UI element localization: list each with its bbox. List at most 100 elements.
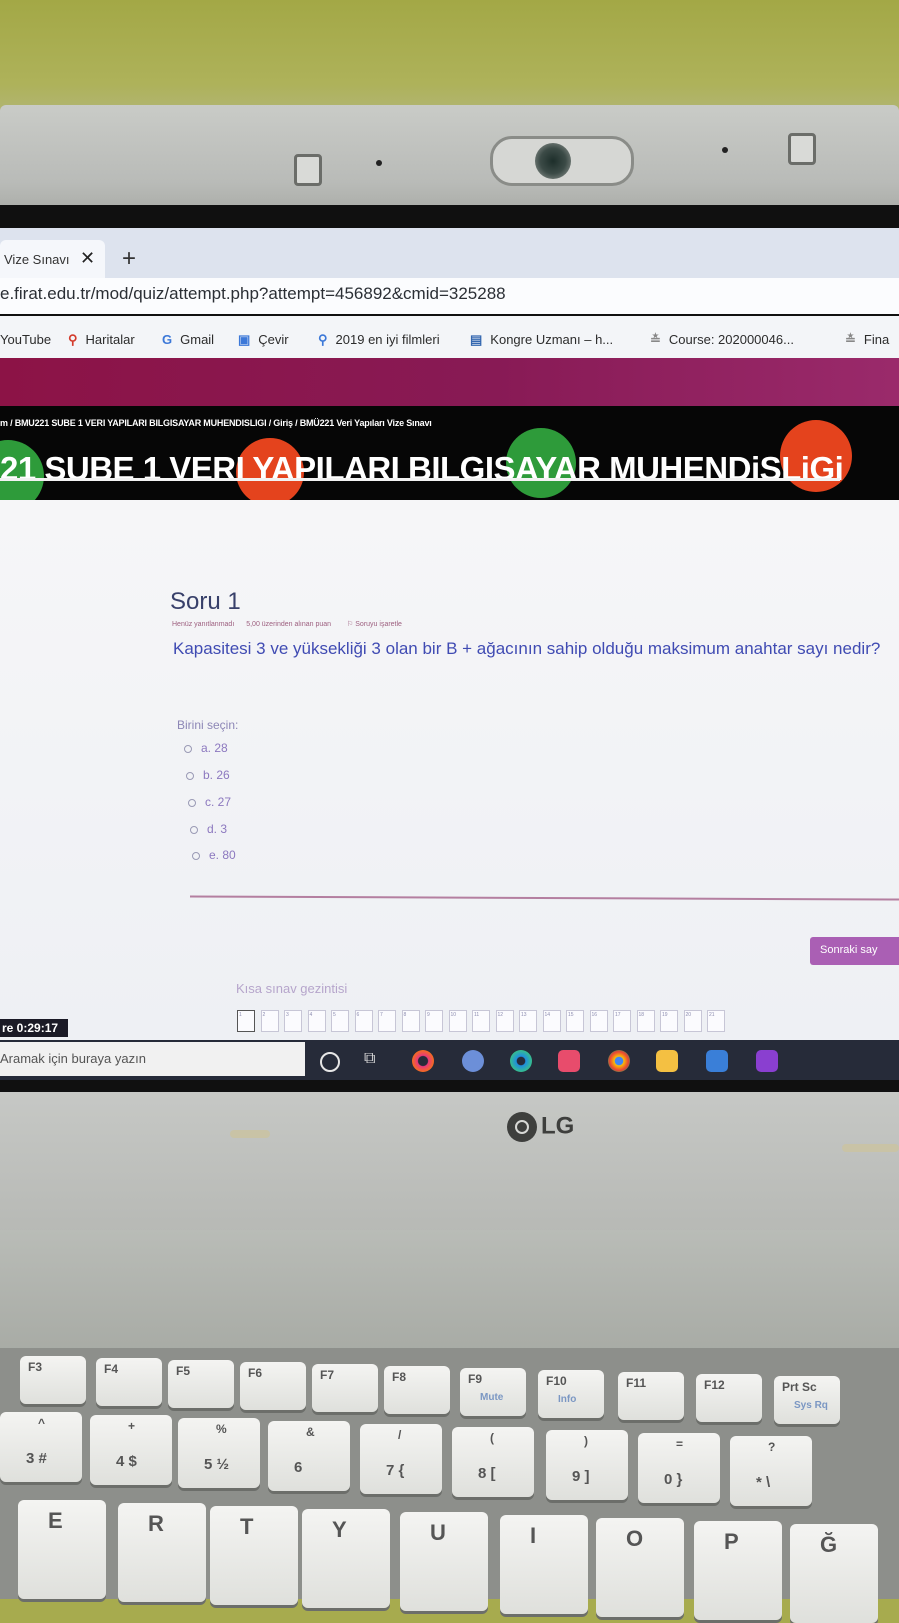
radio-icon[interactable] xyxy=(188,798,196,807)
bookmarks-bar: YouTube ⚲ Haritalar G Gmail ▣ Çevir ⚲ 2019 e… xyxy=(0,316,899,360)
quiz-nav-button[interactable]: 9 xyxy=(425,1010,443,1032)
quiz-timer: re 0:29:17 xyxy=(0,1019,68,1037)
folder-icon[interactable] xyxy=(656,1050,678,1072)
key-label: ^ xyxy=(38,1416,46,1430)
function-key[interactable]: F3 xyxy=(20,1356,86,1404)
number-key[interactable]: +4 $ xyxy=(90,1415,172,1485)
bookmark-haritalar[interactable]: ⚲ Haritalar xyxy=(68,332,135,348)
radio-icon[interactable] xyxy=(190,825,198,834)
taskbar-search-input[interactable]: Aramak için buraya yazın xyxy=(0,1042,305,1076)
function-key[interactable]: F11 xyxy=(618,1372,684,1420)
radio-icon[interactable] xyxy=(186,771,194,780)
key-label: P xyxy=(724,1529,739,1554)
opera-icon[interactable] xyxy=(412,1050,434,1072)
letter-key[interactable]: U xyxy=(400,1512,488,1611)
close-icon[interactable]: ✕ xyxy=(80,248,95,269)
quiz-nav-button[interactable]: 3 xyxy=(284,1010,302,1032)
alarm-icon[interactable] xyxy=(558,1050,580,1072)
letter-key[interactable]: E xyxy=(18,1500,106,1599)
number-key[interactable]: ? * \ xyxy=(730,1436,812,1506)
answer-option-b[interactable]: b. 26 xyxy=(186,768,230,782)
browser-tab[interactable]: Vize Sınavı ✕ xyxy=(0,240,105,278)
quiz-nav-button[interactable]: 1 xyxy=(237,1010,255,1032)
number-key[interactable]: ^ 3 # xyxy=(0,1412,82,1482)
function-key[interactable]: F6 xyxy=(240,1362,306,1410)
key-label: = xyxy=(676,1437,684,1451)
bookmark-fina[interactable]: ≛ Fina xyxy=(845,332,889,348)
quiz-nav-button[interactable]: 2 xyxy=(260,1010,279,1032)
letter-key[interactable]: T xyxy=(210,1506,298,1605)
quiz-nav-button[interactable]: 10 xyxy=(448,1010,467,1032)
app-icon[interactable] xyxy=(462,1050,484,1072)
number-key[interactable]: & 6 xyxy=(268,1421,350,1491)
quiz-nav-button[interactable]: 11 xyxy=(472,1010,490,1032)
laptop-bezel-top xyxy=(0,105,899,215)
quiz-nav-button[interactable]: 19 xyxy=(660,1010,678,1032)
function-key[interactable]: F8 xyxy=(384,1366,450,1414)
question-points: 5,00 üzerinden alınan puan xyxy=(246,621,332,628)
question-number: Soru 1 xyxy=(170,588,241,615)
key-label: F10 xyxy=(546,1374,567,1388)
flag-question-link[interactable]: ⚐ Soruyu işaretle xyxy=(347,621,402,628)
task-view-icon[interactable]: ⧉ xyxy=(364,1050,386,1072)
radio-icon[interactable] xyxy=(192,851,200,860)
new-tab-button[interactable]: + xyxy=(122,245,136,273)
url-text[interactable]: e.firat.edu.tr/mod/quiz/attempt.php?atte… xyxy=(0,284,506,304)
letter-key[interactable]: R xyxy=(118,1503,206,1602)
bookmark-course[interactable]: ≛ Course: 202000046... xyxy=(650,332,794,348)
number-key[interactable]: / 7 { xyxy=(360,1424,442,1494)
cortana-icon[interactable] xyxy=(320,1052,340,1072)
quiz-content xyxy=(0,500,899,1045)
quiz-nav-button[interactable]: 21 xyxy=(707,1010,725,1032)
key-label: F6 xyxy=(248,1366,263,1380)
quiz-nav-button[interactable]: 13 xyxy=(519,1010,537,1032)
answer-option-e[interactable]: e. 80 xyxy=(192,848,236,862)
bookmark-kongre[interactable]: ▤ Kongre Uzmanı – h... xyxy=(470,332,613,348)
quiz-nav-button[interactable]: 7 xyxy=(378,1010,396,1032)
quiz-nav-button[interactable]: 4 xyxy=(307,1010,326,1032)
number-key[interactable]: % 5 ½ xyxy=(178,1418,260,1488)
quiz-nav-button[interactable]: 6 xyxy=(354,1010,373,1032)
letter-key[interactable]: O xyxy=(596,1518,684,1617)
bookmark-cevir[interactable]: ▣ Çevir xyxy=(238,332,289,348)
letter-key[interactable]: P xyxy=(694,1521,782,1620)
answer-option-c[interactable]: c. 27 xyxy=(188,795,231,809)
bookmark-youtube[interactable]: YouTube xyxy=(0,332,51,347)
breadcrumb[interactable]: m / BMU221 SUBE 1 VERI YAPILARI BILGISAY… xyxy=(0,418,432,428)
function-key[interactable]: F4 xyxy=(96,1358,162,1406)
next-page-button[interactable]: Sonraki say xyxy=(810,937,899,965)
app-icon[interactable] xyxy=(756,1050,778,1072)
lg-logo-icon xyxy=(507,1112,537,1142)
radio-icon[interactable] xyxy=(184,744,192,753)
quiz-nav-button[interactable]: 15 xyxy=(566,1010,584,1032)
answer-option-d[interactable]: d. 3 xyxy=(190,822,227,836)
quiz-nav-button[interactable]: 17 xyxy=(613,1010,631,1032)
letter-key[interactable]: Ğ xyxy=(790,1524,878,1623)
quiz-nav-button[interactable]: 14 xyxy=(542,1010,561,1032)
choose-label: Birini seçin: xyxy=(177,718,239,732)
function-key[interactable]: F10 Info xyxy=(538,1370,604,1418)
quiz-nav-button[interactable]: 5 xyxy=(331,1010,349,1032)
edge-icon[interactable] xyxy=(510,1050,532,1072)
bookmark-films[interactable]: ⚲ 2019 en iyi filmleri xyxy=(318,332,440,348)
answer-option-a[interactable]: a. 28 xyxy=(184,741,228,755)
function-key[interactable]: F5 xyxy=(168,1360,234,1408)
quiz-nav-button[interactable]: 12 xyxy=(495,1010,514,1032)
quiz-nav-button[interactable]: 8 xyxy=(401,1010,420,1032)
store-icon[interactable] xyxy=(706,1050,728,1072)
number-key[interactable]: = 0 } xyxy=(638,1433,720,1503)
function-key[interactable]: F9 Mute xyxy=(460,1368,526,1416)
quiz-nav-button[interactable]: 16 xyxy=(589,1010,608,1032)
function-key[interactable]: F7 xyxy=(312,1364,378,1412)
key-sublabel: Info xyxy=(558,1394,577,1405)
chrome-icon[interactable] xyxy=(608,1050,630,1072)
quiz-nav-button[interactable]: 20 xyxy=(683,1010,702,1032)
letter-key[interactable]: I xyxy=(500,1515,588,1614)
quiz-nav-button[interactable]: 18 xyxy=(636,1010,655,1032)
number-key[interactable]: (8 [ xyxy=(452,1427,534,1497)
bookmark-gmail[interactable]: G Gmail xyxy=(162,332,214,347)
function-key[interactable]: F12 xyxy=(696,1374,762,1422)
number-key[interactable]: ) 9 ] xyxy=(546,1430,628,1500)
function-key[interactable]: Prt Sc Sys Rq xyxy=(774,1376,840,1424)
letter-key[interactable]: Y xyxy=(302,1509,390,1608)
